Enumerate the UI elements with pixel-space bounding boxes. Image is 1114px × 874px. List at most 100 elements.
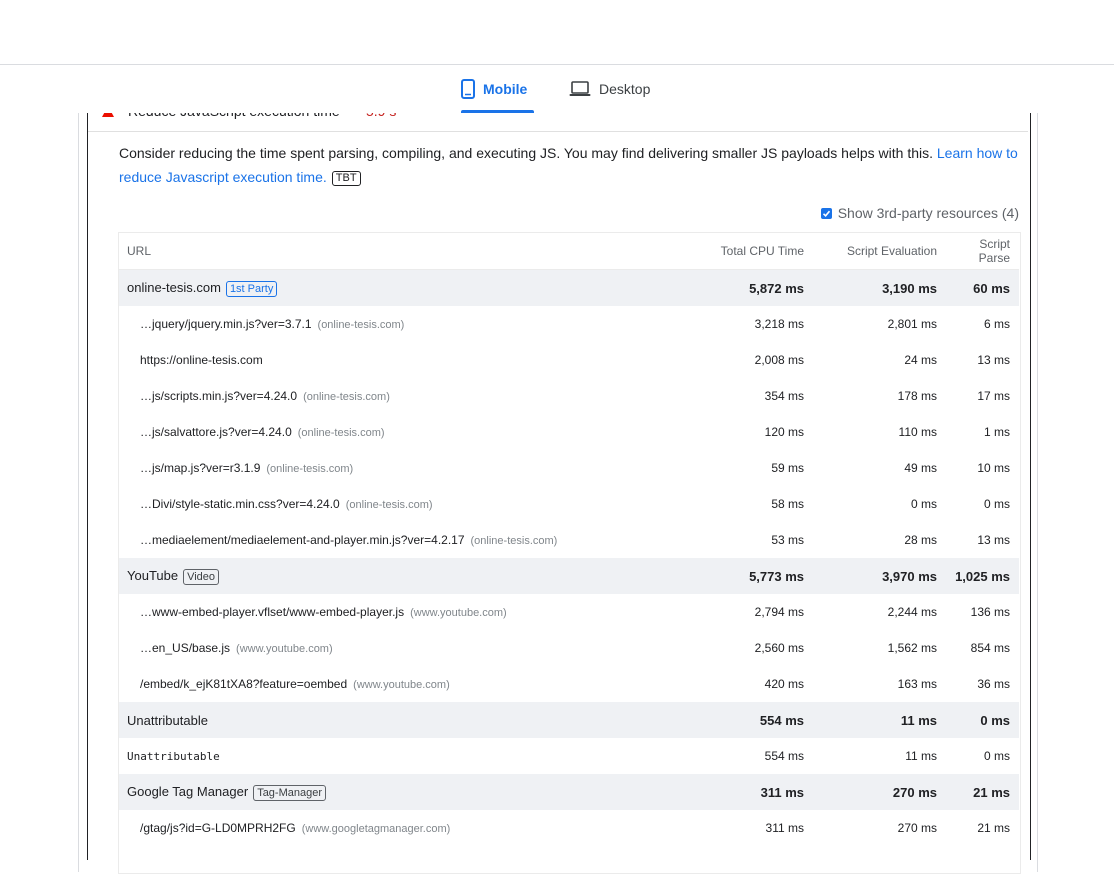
resource-url: …jquery/jquery.min.js?ver=3.7.1 [140,317,312,331]
mobile-phone-icon [461,79,475,99]
entity-category-badge: Tag-Manager [253,784,327,801]
cell-cpu: 554 ms [764,749,804,763]
third-party-toggle[interactable]: Show 3rd-party resources (4) [820,205,1019,221]
resource-url: …mediaelement/mediaelement-and-player.mi… [140,533,465,547]
table-row: https://online-tesis.com 2,008 ms 24 ms 13 … [119,342,1019,378]
entity-category-badge: Video [183,568,220,585]
cell-url: …js/scripts.min.js?ver=4.24.0 (online-tes… [119,378,656,414]
cell-url: …Divi/style-static.min.css?ver=4.24.0 (on… [119,486,656,522]
resource-url: …en_US/base.js [140,641,231,655]
cell-parse: 13 ms [977,533,1010,547]
cell-parse: 17 ms [977,389,1010,403]
cell-url: https://online-tesis.com [119,342,656,378]
entity-name: Unattributable [127,712,208,728]
table-row: …js/map.js?ver=r3.1.9 (online-tesis.com) 5… [119,450,1019,486]
checkbox-checked-icon[interactable] [820,207,832,219]
cell-cpu: 58 ms [771,497,804,511]
cell-eval: 3,190 ms [813,269,946,306]
cell-parse: 0 ms [983,749,1010,763]
resource-host: (www.googletagmanager.com) [301,823,451,835]
resource-host: (online-tesis.com) [345,499,433,511]
cell-eval: 270 ms [813,774,946,810]
table-row: …mediaelement/mediaelement-and-player.mi… [119,522,1019,558]
cell-eval: 163 ms [897,677,937,691]
entity-name: YouTube [127,567,179,583]
third-party-label: Show 3rd-party resources (4) [837,205,1019,221]
column-header-eval: Script Evaluation [813,233,946,270]
table-row: …js/salvattore.js?ver=4.24.0 (online-tesi… [119,414,1019,450]
cell-cpu: 354 ms [764,389,804,403]
description-text: Consider reducing the time spent parsing… [119,145,937,161]
audit-description: Consider reducing the time spent parsing… [119,141,1024,189]
cell-eval: 178 ms [897,389,937,403]
table-group-row: Unattributable 554 ms 11 ms 0 ms [119,702,1019,738]
cell-parse: 36 ms [977,677,1010,691]
resource-url: …js/map.js?ver=r3.1.9 [140,461,261,475]
cell-cpu: 53 ms [771,533,804,547]
metric-badge-tbt: TBT [331,171,361,186]
cell-cpu: 311 ms [765,821,804,835]
cell-eval: 110 ms [898,425,937,439]
entity-category-badge: 1st Party [225,280,278,297]
cell-cpu: 3,218 ms [754,317,804,331]
cell-eval: 49 ms [904,461,937,475]
cell-parse: 0 ms [983,497,1010,511]
cell-parse: 136 ms [970,605,1010,619]
resource-url: https://online-tesis.com [140,353,263,367]
cell-url: online-tesis.com 1st Party [119,269,656,306]
resource-host: (online-tesis.com) [303,391,390,403]
resource-host: (www.youtube.com) [236,643,333,655]
cell-parse: 1,025 ms [946,558,1019,594]
cell-cpu: 2,794 ms [754,605,804,619]
tab-mobile-label: Mobile [483,81,528,97]
cell-cpu: 120 ms [764,425,804,439]
table-row: /embed/k_ejK81tXA8?feature=oembed (www.yo… [119,666,1019,702]
table-row: /gtag/js?id=G-LD0MPRH2FG (www.googletagma… [119,810,1019,846]
tab-mobile[interactable]: Mobile [461,65,534,113]
table-group-row: online-tesis.com 1st Party 5,872 ms 3,190 m… [119,269,1019,306]
cell-url: Google Tag Manager Tag-Manager [119,774,656,810]
cell-eval: 1,562 ms [887,641,937,655]
table-row: Unattributable 554 ms 11 ms 0 ms [119,738,1019,774]
resource-url: …www-embed-player.vflset/www-embed-playe… [140,605,405,619]
column-header-cpu: Total CPU Time [656,233,813,270]
device-tabs: Mobile Desktop [0,65,1114,113]
cell-eval: 24 ms [904,353,937,367]
cell-parse: 0 ms [946,702,1019,738]
cell-url: /gtag/js?id=G-LD0MPRH2FG (www.googletagma… [119,810,656,846]
cell-cpu: 420 ms [764,677,804,691]
cell-parse: 21 ms [977,821,1010,835]
cell-cpu: 5,773 ms [656,558,813,594]
resource-host: (online-tesis.com) [297,427,385,439]
cell-url: YouTube Video [119,558,656,594]
active-tab-indicator [461,110,534,113]
resource-host: (online-tesis.com) [266,463,354,475]
table-header-row: URL Total CPU Time Script Evaluation Scr… [119,233,1019,270]
resource-url: Unattributable [127,750,220,763]
resource-url: …js/scripts.min.js?ver=4.24.0 [140,389,298,403]
resource-host: (www.youtube.com) [353,679,450,691]
resource-url: …js/salvattore.js?ver=4.24.0 [140,425,292,439]
resource-host: (online-tesis.com) [317,319,405,331]
cell-parse: 60 ms [946,269,1019,306]
column-header-url: URL [119,233,656,270]
cell-eval: 270 ms [897,821,937,835]
cell-parse: 10 ms [977,461,1010,475]
cell-url: …www-embed-player.vflset/www-embed-playe… [119,594,656,630]
tab-desktop[interactable]: Desktop [569,65,664,113]
cell-url: Unattributable [119,738,656,774]
table-group-row: YouTube Video 5,773 ms 3,970 ms 1,025 ms [119,558,1019,594]
cell-url: Unattributable [119,702,656,738]
cell-parse: 854 ms [970,641,1010,655]
cell-parse: 6 ms [983,317,1010,331]
cell-eval: 28 ms [904,533,937,547]
cell-parse: 21 ms [946,774,1019,810]
cell-cpu: 311 ms [656,774,813,810]
cell-cpu: 59 ms [771,461,804,475]
table-row: …Divi/style-static.min.css?ver=4.24.0 (on… [119,486,1019,522]
tab-desktop-label: Desktop [599,81,651,97]
entity-name: online-tesis.com [127,279,221,295]
table-row: …en_US/base.js (www.youtube.com) 2,560 ms 1… [119,630,1019,666]
laptop-icon [569,81,591,97]
resource-host: (online-tesis.com) [470,535,558,547]
